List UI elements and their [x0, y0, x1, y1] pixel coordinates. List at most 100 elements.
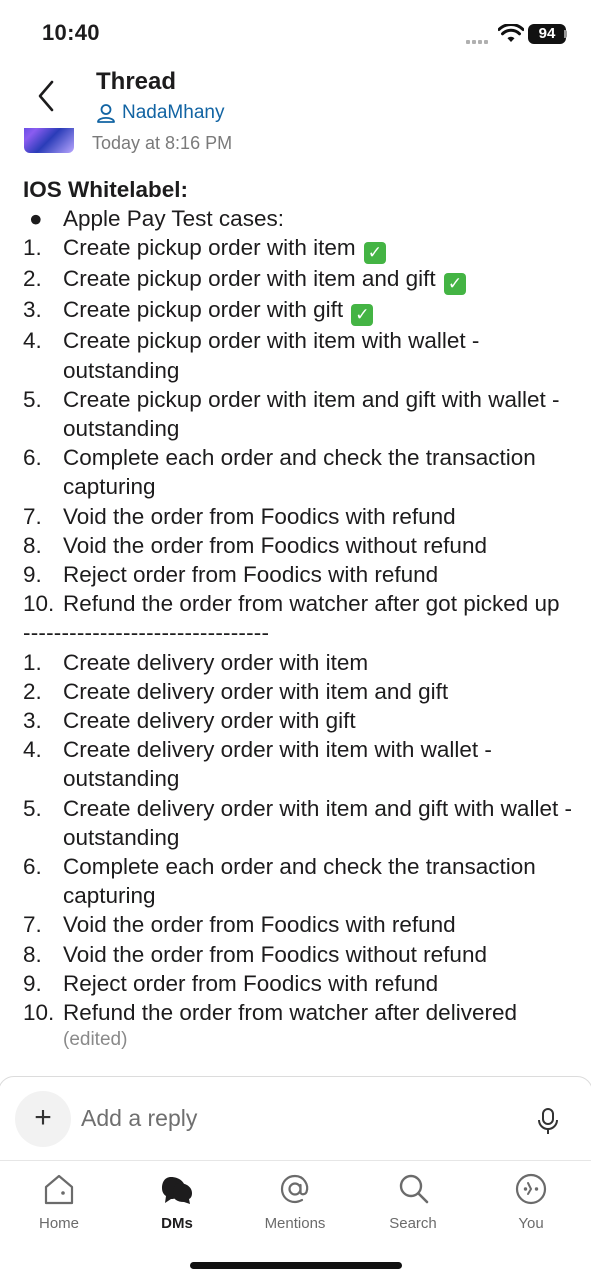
list-number: 1. — [23, 235, 42, 261]
list-text-content: Create delivery order with item with wal… — [63, 737, 492, 792]
list-text: Create delivery order with item — [63, 648, 583, 677]
list-text-content: Create pickup order with gift — [63, 297, 344, 323]
list-item: 1. Create pickup order with item ✓ — [23, 233, 583, 265]
list-text: Reject order from Foodics with refund — [63, 969, 583, 998]
you-icon — [515, 1173, 547, 1205]
list-number: 5. — [23, 795, 42, 821]
list-number: 9. — [23, 562, 42, 588]
list-item: 4. Create pickup order with item with wal… — [23, 326, 583, 384]
list-text-content: Void the order from Foodics without refu… — [63, 532, 487, 558]
tab-label: You — [518, 1215, 544, 1232]
list-item: 6. Complete each order and check the tran… — [23, 443, 583, 501]
list-number: 10. — [23, 1000, 55, 1026]
list-number: 4. — [23, 737, 42, 763]
list-text: Create pickup order with gift ✓ — [63, 295, 583, 327]
list-item: 3. Create pickup order with gift ✓ — [23, 295, 583, 327]
list-number: 7. — [23, 912, 42, 938]
list-item: 8. Void the order from Foodics without re… — [23, 531, 583, 560]
list-text-content: Refund the order from watcher after deli… — [63, 1000, 517, 1026]
list-text: Complete each order and check the transa… — [63, 852, 583, 910]
status-bar: 10:40 94 — [0, 0, 591, 62]
channel-member-link[interactable]: NadaMhany — [96, 102, 224, 124]
pickup-test-list: 1. Create pickup order with item ✓ 2. Creat… — [23, 233, 583, 618]
tab-home[interactable]: Home — [14, 1169, 104, 1232]
list-text: Void the order from Foodics with refund — [63, 502, 583, 531]
list-item: 5. Create pickup order with item and gift… — [23, 385, 583, 443]
list-item: 8. Void the order from Foodics without re… — [23, 940, 583, 969]
chevron-left-icon — [38, 80, 54, 112]
tab-dms[interactable]: DMs — [132, 1169, 222, 1232]
list-text-content: Create delivery order with item and gift — [63, 678, 449, 704]
bullet-marker: ● — [29, 206, 43, 232]
status-time: 10:40 — [42, 20, 100, 45]
search-icon — [399, 1174, 429, 1204]
list-text: Void the order from Foodics with refund — [63, 910, 583, 939]
tab-you[interactable]: You — [486, 1169, 576, 1232]
mentions-icon — [280, 1174, 309, 1204]
list-text: Create pickup order with item with walle… — [63, 326, 583, 384]
list-number: 8. — [23, 532, 42, 558]
list-text-content: Complete each order and check the transa… — [63, 445, 536, 500]
list-number: 8. — [23, 941, 42, 967]
person-icon — [97, 104, 115, 123]
list-text: Create pickup order with item ✓ — [63, 233, 583, 265]
tab-label: DMs — [161, 1215, 193, 1232]
list-item: 6. Complete each order and check the tran… — [23, 852, 583, 910]
list-item: 2. Create pickup order with item and gift… — [23, 264, 583, 296]
cellular-signal-icon — [466, 36, 492, 44]
list-number: 10. — [23, 591, 55, 617]
home-icon — [44, 1174, 74, 1205]
list-text: Reject order from Foodics with refund — [63, 560, 583, 589]
list-item: 3. Create delivery order with gift — [23, 706, 583, 735]
dms-icon — [162, 1177, 192, 1204]
list-number: 6. — [23, 445, 42, 471]
message-body: IOS Whitelabel: ● Apple Pay Test cases: … — [23, 175, 583, 1053]
list-text-content: Reject order from Foodics with refund — [63, 562, 439, 588]
back-button[interactable] — [28, 76, 64, 116]
battery-tip — [564, 30, 567, 38]
check-mark-icon: ✓ — [351, 304, 374, 327]
list-item: 1. Create delivery order with item — [23, 648, 583, 677]
list-text-content: Create delivery order with gift — [63, 708, 356, 734]
delivery-test-list: 1. Create delivery order with item 2. Creat… — [23, 648, 583, 1028]
microphone-icon[interactable] — [537, 1107, 559, 1135]
list-number: 6. — [23, 854, 42, 880]
list-item: 9. Reject order from Foodics with refund — [23, 560, 583, 589]
list-number: 3. — [23, 297, 42, 323]
list-text-content: Create pickup order with item — [63, 235, 356, 261]
list-number: 7. — [23, 503, 42, 529]
list-text-content: Create delivery order with item and gift… — [63, 795, 572, 850]
check-mark-icon: ✓ — [443, 273, 466, 296]
message-title: IOS Whitelabel: — [23, 177, 189, 202]
list-item: 4. Create delivery order with item with w… — [23, 735, 583, 793]
list-item: 5. Create delivery order with item and gi… — [23, 794, 583, 852]
list-text: Create pickup order with item and gift w… — [63, 385, 583, 443]
list-text: Create delivery order with item with wal… — [63, 735, 583, 793]
list-text: Void the order from Foodics without refu… — [63, 940, 583, 969]
list-text-content: Complete each order and check the transa… — [63, 854, 536, 909]
bullet-text: Apple Pay Test cases: — [63, 206, 284, 232]
tab-search[interactable]: Search — [368, 1169, 458, 1232]
list-text: Create delivery order with gift — [63, 706, 583, 735]
add-attachment-button[interactable]: + — [15, 1091, 71, 1147]
list-number: 3. — [23, 708, 42, 734]
list-text-content: Reject order from Foodics with refund — [63, 970, 439, 996]
list-text: Void the order from Foodics without refu… — [63, 531, 583, 560]
list-number: 4. — [23, 328, 42, 354]
tab-mentions[interactable]: Mentions — [250, 1169, 340, 1232]
member-name: NadaMhany — [122, 102, 225, 123]
reply-input[interactable]: Add a reply — [81, 1105, 197, 1132]
list-text-content: Void the order from Foodics with refund — [63, 912, 456, 938]
list-text-content: Void the order from Foodics with refund — [63, 503, 456, 529]
home-indicator — [190, 1262, 402, 1269]
wifi-icon — [498, 24, 524, 42]
list-item: 7. Void the order from Foodics with refun… — [23, 502, 583, 531]
message-timestamp: Today at 8:16 PM — [92, 133, 233, 153]
edited-label: (edited) — [63, 1029, 128, 1051]
list-text: Complete each order and check the transa… — [63, 443, 583, 501]
message-area: Today at 8:16 PM IOS Whitelabel: ● Apple… — [0, 128, 591, 1078]
tab-label: Search — [389, 1215, 437, 1232]
list-text-content: Create delivery order with item — [63, 649, 369, 675]
divider-text: -------------------------------- — [23, 620, 270, 646]
avatar[interactable] — [24, 128, 74, 153]
